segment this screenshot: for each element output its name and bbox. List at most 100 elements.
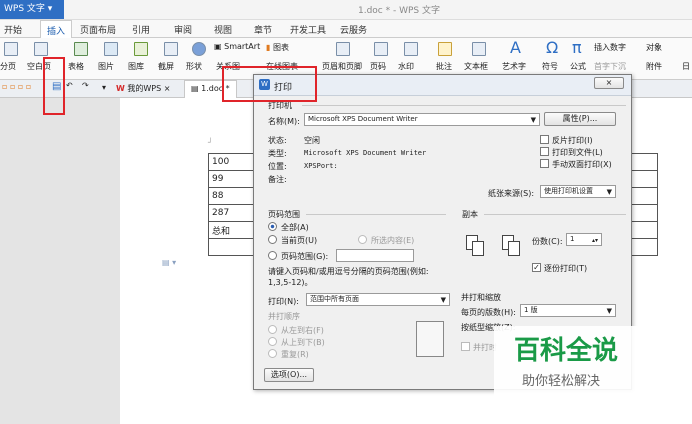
range-all-radio[interactable] — [268, 222, 277, 231]
status-label: 状态: — [268, 136, 287, 145]
screenshot-icon — [164, 42, 178, 56]
gallery-button[interactable]: 图库 — [128, 61, 144, 72]
quick-access-icons: ▫ ▫ ▫ ▫ — [2, 82, 32, 91]
printer-name-select[interactable]: Microsoft XPS Document Writer ▼ — [304, 113, 540, 126]
menu-chapter[interactable]: 章节 — [254, 23, 272, 36]
print-what-select[interactable]: 范围中所有页面 ▼ — [306, 293, 450, 306]
table-cell[interactable]: 287 — [208, 204, 258, 222]
formula-button[interactable]: 公式 — [570, 61, 586, 72]
drop-cap-button[interactable]: 首字下沉 — [594, 61, 626, 72]
smartart-label: SmartArt — [224, 42, 261, 51]
print-what-value: 范围中所有页面 — [310, 295, 359, 303]
options-button[interactable]: 选项(O)... — [264, 368, 314, 382]
app-menu-button[interactable]: WPS 文字 ▾ — [0, 0, 64, 19]
parallel-checkbox[interactable] — [461, 342, 470, 351]
spinner-icon[interactable]: ▴▾ — [592, 235, 598, 245]
table-cell[interactable]: 总和 — [208, 221, 258, 239]
picture-icon — [104, 42, 118, 56]
menu-references[interactable]: 引用 — [132, 23, 150, 36]
page-range-input[interactable] — [336, 249, 414, 262]
window-title: 1.doc * - WPS 文字 — [358, 6, 440, 16]
menu-cloud[interactable]: 云服务 — [340, 23, 367, 36]
order-ltr-radio[interactable] — [268, 325, 277, 334]
attachment-button[interactable]: 附件 — [646, 61, 662, 72]
copies-value: 1 — [570, 235, 575, 243]
menu-home[interactable]: 开始 — [4, 23, 22, 36]
manual-duplex-checkbox[interactable] — [540, 159, 549, 168]
app-name: WPS 文字 — [4, 4, 45, 14]
comment-button[interactable]: 批注 — [436, 61, 452, 72]
page-number-button[interactable]: 页码 — [370, 61, 386, 72]
where-value: XPSPort: — [304, 162, 338, 170]
quick-access-more-icon[interactable]: ▾ — [102, 83, 106, 92]
table-cell[interactable] — [208, 238, 258, 256]
range-pages-label: 页码范围(G): — [281, 252, 329, 261]
copies-input[interactable]: 1 ▴▾ — [566, 233, 602, 246]
table-cell[interactable]: 88 — [208, 187, 258, 205]
object-button[interactable]: 对象 — [646, 42, 662, 53]
table-cell[interactable] — [628, 187, 658, 205]
table-cell[interactable] — [628, 238, 658, 256]
menu-insert[interactable]: 插入 — [40, 20, 73, 38]
table-cell[interactable]: 99 — [208, 170, 258, 188]
watermark-button[interactable]: 水印 — [398, 61, 414, 72]
close-button[interactable]: × — [594, 77, 624, 89]
print-to-file-checkbox[interactable] — [540, 147, 549, 156]
wordart-button[interactable]: 艺术字 — [502, 61, 526, 72]
order-ttb-radio[interactable] — [268, 337, 277, 346]
insert-number-button[interactable]: 插入数字 — [594, 42, 626, 53]
chevron-down-icon: ▼ — [606, 307, 612, 315]
tab-my-wps-label: 我的WPS — [127, 84, 162, 93]
table-cell[interactable] — [628, 153, 658, 171]
table-row: 总和 — [208, 221, 258, 239]
collate-checkbox[interactable]: ✓ — [532, 263, 541, 272]
range-current-radio[interactable] — [268, 235, 277, 244]
table-row: 99 — [208, 170, 258, 188]
screenshot-button[interactable]: 截屏 — [158, 61, 174, 72]
properties-button[interactable]: 属性(P)... — [544, 112, 616, 126]
divider — [302, 105, 626, 106]
table-button[interactable]: 表格 — [68, 61, 84, 72]
table-row: 287 — [208, 204, 258, 222]
copy-stack-icon — [508, 241, 520, 256]
menu-developer[interactable]: 开发工具 — [290, 23, 326, 36]
chart-button[interactable]: ▮ 图表 — [266, 42, 289, 53]
tab-my-wps[interactable]: W 我的WPS × — [116, 83, 170, 94]
menu-review[interactable]: 审阅 — [174, 23, 192, 36]
shape-button[interactable]: 形状 — [186, 61, 202, 72]
order-repeat-radio[interactable] — [268, 349, 277, 358]
picture-button[interactable]: 图片 — [98, 61, 114, 72]
table-row: 100 — [208, 153, 258, 171]
table-row: 88 — [208, 187, 258, 205]
copies-label: 份数(C): — [532, 237, 563, 246]
table-cell[interactable] — [628, 221, 658, 239]
symbol-icon: Ω — [546, 38, 559, 57]
menu-page-layout[interactable]: 页面布局 — [80, 23, 116, 36]
redo-icon[interactable]: ↷ — [82, 81, 89, 90]
range-current-label: 当前页(U) — [281, 236, 318, 245]
print-what-label: 打印(N): — [268, 297, 299, 306]
chevron-down-icon: ▼ — [530, 116, 536, 124]
textbox-button[interactable]: 文本框 — [464, 61, 488, 72]
table-row — [208, 238, 258, 256]
type-label: 类型: — [268, 149, 287, 158]
menu-view[interactable]: 视图 — [214, 23, 232, 36]
date-button[interactable]: 日 — [682, 61, 690, 72]
reverse-print-checkbox[interactable] — [540, 135, 549, 144]
table-cell[interactable]: 100 — [208, 153, 258, 171]
table-cell[interactable] — [628, 204, 658, 222]
reverse-print-label: 反片打印(I) — [552, 136, 593, 145]
symbol-button[interactable]: 符号 — [542, 61, 558, 72]
per-page-select[interactable]: 1 版 ▼ — [520, 304, 616, 317]
range-selection-radio[interactable] — [358, 235, 367, 244]
page-break-button[interactable]: 分页 — [0, 61, 16, 72]
undo-icon[interactable]: ↶ — [66, 81, 73, 90]
smartart-button[interactable]: ▣ SmartArt — [214, 42, 260, 51]
range-section-label: 页码范围 — [268, 210, 300, 219]
header-footer-button[interactable]: 页眉和页脚 — [322, 61, 362, 72]
table-cell[interactable] — [628, 170, 658, 188]
range-all-label: 全部(A) — [281, 223, 309, 232]
range-pages-radio[interactable] — [268, 251, 277, 260]
paper-source-select[interactable]: 使用打印机设置 ▼ — [540, 185, 616, 198]
where-label: 位置: — [268, 162, 287, 171]
